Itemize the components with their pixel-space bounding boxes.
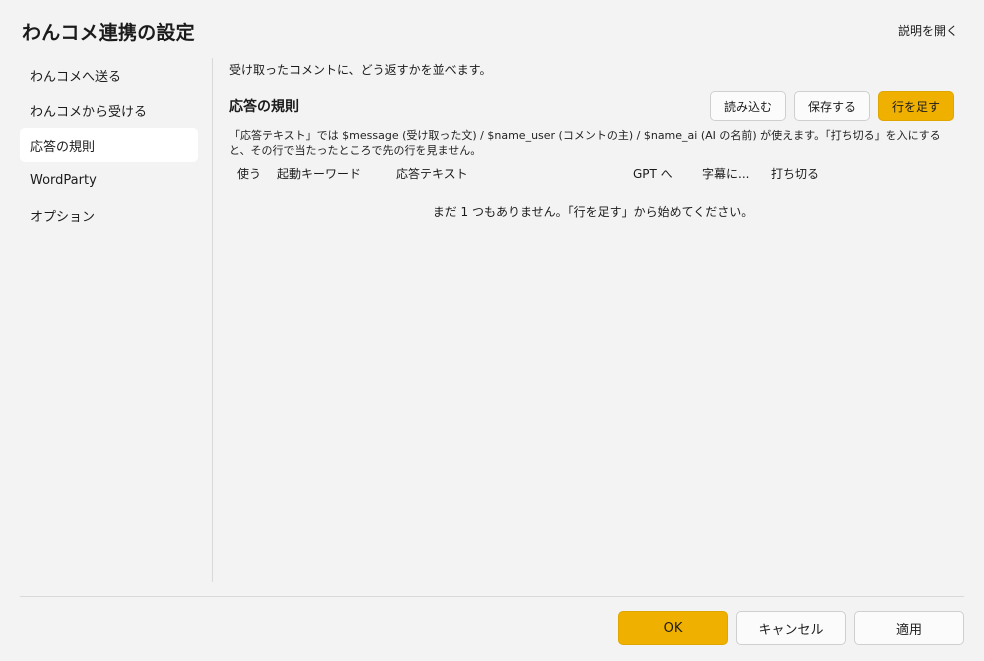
sidebar-item-response-rules[interactable]: 応答の規則 <box>20 128 198 162</box>
rules-toolbar: 読み込む 保存する 行を足す <box>709 91 954 121</box>
main-panel: 受け取ったコメントに、どう返すかを並べます。 応答の規則 読み込む 保存する 行… <box>229 58 957 220</box>
intro-text: 受け取ったコメントに、どう返すかを並べます。 <box>229 63 492 77</box>
cancel-button[interactable]: キャンセル <box>736 611 846 645</box>
section-title: 応答の規則 <box>229 99 299 115</box>
column-header-stop: 打ち切る <box>771 167 820 181</box>
column-header-to-subtitle: 字幕に... <box>702 167 750 181</box>
load-button[interactable]: 読み込む <box>709 91 786 121</box>
dialog-title: わんコメ連携の設定 <box>22 22 195 44</box>
sidebar-item-label: オプション <box>30 209 96 225</box>
empty-state-message: まだ 1 つもありません。「行を足す」から始めてください。 <box>432 205 754 219</box>
help-link[interactable]: 説明を開く <box>898 22 958 39</box>
sidebar-divider <box>212 58 213 582</box>
sidebar-item-wordparty[interactable]: WordParty <box>20 163 198 197</box>
sidebar-item-label: WordParty <box>30 172 97 188</box>
column-header-enabled: 使う <box>237 167 262 181</box>
ok-button[interactable]: OK <box>618 611 728 645</box>
sidebar-item-label: わんコメへ送る <box>30 69 122 85</box>
sidebar-item-label: わんコメから受ける <box>30 104 148 120</box>
rules-table-header: 使う 起動キーワード 応答テキスト GPT へ 字幕に... 打ち切る <box>229 162 957 184</box>
sidebar: わんコメへ送る わんコメから受ける 応答の規則 WordParty オプション <box>20 58 198 233</box>
footer-divider <box>20 596 964 597</box>
column-header-to-gpt: GPT へ <box>633 167 673 181</box>
column-header-trigger-keyword: 起動キーワード <box>277 167 362 181</box>
sidebar-item-options[interactable]: オプション <box>20 198 198 232</box>
settings-dialog: わんコメ連携の設定 説明を開く わんコメへ送る わんコメから受ける 応答の規則 … <box>0 0 984 661</box>
add-row-button[interactable]: 行を足す <box>877 91 954 121</box>
sidebar-item-receive-from-onecomme[interactable]: わんコメから受ける <box>20 93 198 127</box>
sidebar-item-send-to-onecomme[interactable]: わんコメへ送る <box>20 58 198 92</box>
sidebar-item-label: 応答の規則 <box>30 139 96 155</box>
help-note: 「応答テキスト」では $message (受け取った文) / $name_use… <box>229 129 941 157</box>
column-header-response-text: 応答テキスト <box>396 167 468 181</box>
apply-button[interactable]: 適用 <box>854 611 964 645</box>
save-button[interactable]: 保存する <box>793 91 870 121</box>
section-header: 応答の規則 読み込む 保存する 行を足す <box>229 91 957 121</box>
